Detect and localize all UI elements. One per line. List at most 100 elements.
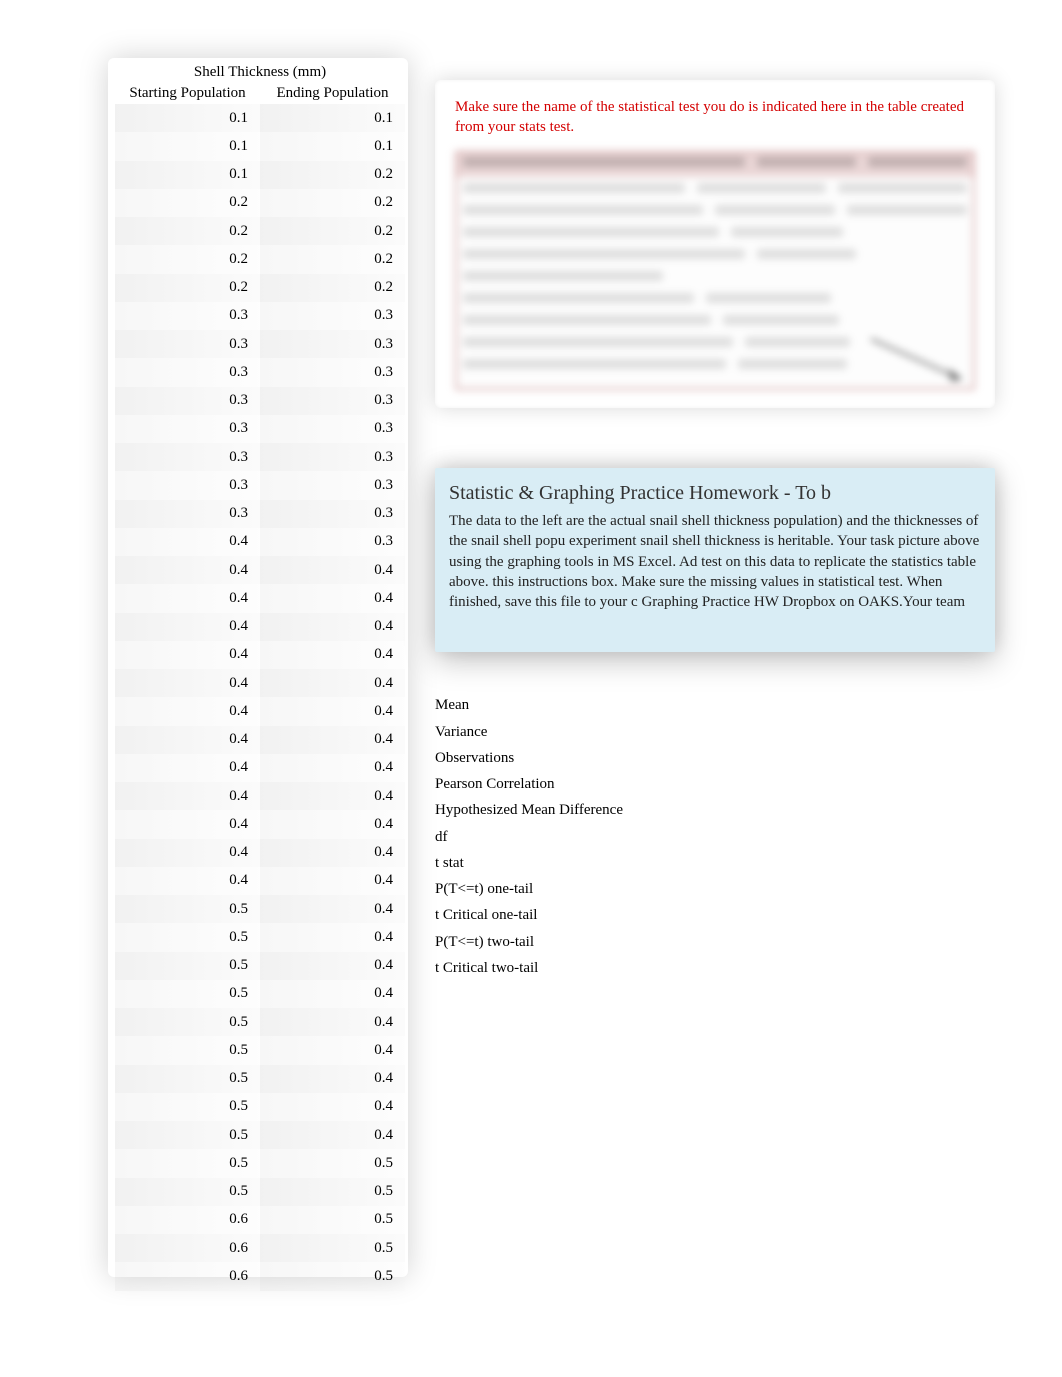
cell-starting: 0.3 [115,330,260,358]
cell-ending: 0.4 [260,867,405,895]
table-row: 0.30.3 [115,471,405,499]
table-row: 0.40.4 [115,867,405,895]
table-row: 0.50.5 [115,1149,405,1177]
cell-starting: 0.5 [115,1008,260,1036]
cell-ending: 0.4 [260,1036,405,1064]
cell-ending: 0.4 [260,754,405,782]
table-row: 0.50.4 [115,895,405,923]
table-row: 0.50.4 [115,1008,405,1036]
cell-ending: 0.3 [260,387,405,415]
cell-ending: 0.3 [260,302,405,330]
instructions-panel: Statistic & Graphing Practice Homework -… [435,468,995,652]
stats-label: Hypothesized Mean Difference [435,797,995,823]
cell-starting: 0.2 [115,189,260,217]
stats-label: t stat [435,850,995,876]
cell-starting: 0.3 [115,302,260,330]
table-row: 0.20.2 [115,245,405,273]
cell-starting: 0.4 [115,754,260,782]
stats-label: t Critical one-tail [435,902,995,928]
stats-label: Pearson Correlation [435,771,995,797]
cell-ending: 0.3 [260,471,405,499]
cell-starting: 0.5 [115,1149,260,1177]
cell-starting: 0.4 [115,556,260,584]
cell-ending: 0.2 [260,161,405,189]
cell-starting: 0.5 [115,1178,260,1206]
cell-ending: 0.2 [260,217,405,245]
stats-label: Variance [435,719,995,745]
cell-starting: 0.6 [115,1206,260,1234]
cell-ending: 0.3 [260,528,405,556]
table-row: 0.20.2 [115,217,405,245]
cell-starting: 0.4 [115,697,260,725]
table-row: 0.40.4 [115,613,405,641]
cell-starting: 0.3 [115,387,260,415]
cell-starting: 0.5 [115,895,260,923]
cell-starting: 0.4 [115,584,260,612]
table-row: 0.20.2 [115,274,405,302]
cell-ending: 0.5 [260,1178,405,1206]
cell-ending: 0.3 [260,443,405,471]
table-row: 0.40.4 [115,669,405,697]
cell-starting: 0.5 [115,1065,260,1093]
cell-ending: 0.4 [260,952,405,980]
cell-ending: 0.4 [260,782,405,810]
table-title: Shell Thickness (mm) [115,62,405,83]
table-row: 0.50.4 [115,1065,405,1093]
table-row: 0.20.2 [115,189,405,217]
table-row: 0.40.4 [115,641,405,669]
table-row: 0.10.1 [115,132,405,160]
cell-starting: 0.5 [115,923,260,951]
stats-label: Observations [435,745,995,771]
table-row: 0.50.4 [115,980,405,1008]
cell-starting: 0.4 [115,669,260,697]
cell-ending: 0.2 [260,245,405,273]
table-row: 0.40.3 [115,528,405,556]
cell-ending: 0.5 [260,1149,405,1177]
cell-starting: 0.4 [115,528,260,556]
cell-starting: 0.4 [115,726,260,754]
cell-ending: 0.4 [260,980,405,1008]
cell-ending: 0.1 [260,104,405,132]
cell-ending: 0.4 [260,641,405,669]
cell-ending: 0.1 [260,132,405,160]
table-row: 0.10.1 [115,104,405,132]
cell-ending: 0.4 [260,895,405,923]
table-row: 0.40.4 [115,584,405,612]
table-row: 0.30.3 [115,443,405,471]
cell-starting: 0.4 [115,782,260,810]
cell-ending: 0.2 [260,189,405,217]
col-header-ending: Ending Population [260,83,405,104]
table-row: 0.60.5 [115,1206,405,1234]
cell-starting: 0.4 [115,810,260,838]
table-row: 0.30.3 [115,415,405,443]
table-row: 0.50.4 [115,952,405,980]
cell-starting: 0.2 [115,217,260,245]
shell-thickness-table-wrap: Shell Thickness (mm) Starting Population… [115,62,405,1291]
stats-label: P(T<=t) two-tail [435,929,995,955]
cell-ending: 0.4 [260,810,405,838]
cell-ending: 0.4 [260,1008,405,1036]
table-body: 0.10.10.10.10.10.20.20.20.20.20.20.20.20… [115,104,405,1291]
table-row: 0.30.3 [115,358,405,386]
cell-ending: 0.3 [260,330,405,358]
blurred-stats-table-placeholder [455,151,975,390]
cell-starting: 0.1 [115,161,260,189]
arrow-icon [861,334,975,390]
cell-starting: 0.5 [115,952,260,980]
cell-ending: 0.4 [260,556,405,584]
table-row: 0.40.4 [115,810,405,838]
cell-ending: 0.4 [260,726,405,754]
cell-starting: 0.4 [115,613,260,641]
table-row: 0.30.3 [115,387,405,415]
cell-ending: 0.4 [260,1065,405,1093]
cell-starting: 0.3 [115,443,260,471]
cell-starting: 0.6 [115,1262,260,1290]
cell-starting: 0.3 [115,358,260,386]
table-row: 0.40.4 [115,754,405,782]
cell-starting: 0.3 [115,500,260,528]
stats-label: t Critical two-tail [435,955,995,981]
cell-starting: 0.3 [115,471,260,499]
table-row: 0.40.4 [115,782,405,810]
cell-ending: 0.5 [260,1262,405,1290]
red-instruction-text: Make sure the name of the statistical te… [455,98,975,137]
